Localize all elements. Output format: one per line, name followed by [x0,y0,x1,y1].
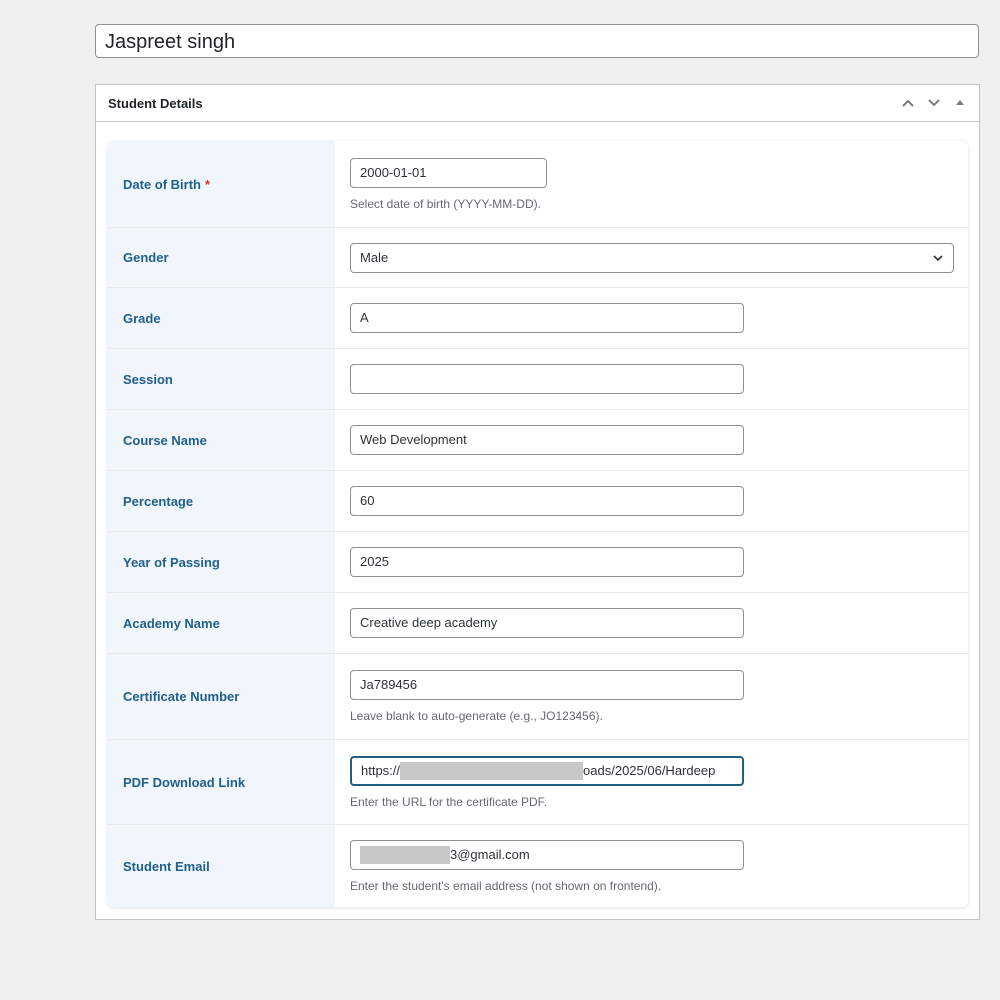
field-label: Date of Birth * [108,141,335,227]
grade-label: Grade [123,310,161,326]
toggle-panel-button[interactable] [949,92,971,114]
row-certificate-number: Certificate Number Ja789456 Leave blank … [108,654,968,740]
academy-label: Academy Name [123,615,220,631]
row-date-of-birth: Date of Birth * 2000-01-01 Select date of… [108,141,968,228]
row-session: Session [108,349,968,410]
course-label: Course Name [123,432,207,448]
email-suffix: 3@gmail.com [450,846,530,862]
student-details-metabox: Student Details Date of Birth * 2000-01-0… [95,84,980,920]
email-input[interactable]: 3@gmail.com [350,839,744,870]
metabox-header: Student Details [96,85,979,122]
row-gender: Gender Male [108,228,968,288]
pdf-description: Enter the URL for the certificate PDF. [350,794,547,809]
certificate-description: Leave blank to auto-generate (e.g., JO12… [350,709,603,723]
gender-label: Gender [123,250,169,265]
certificate-input[interactable]: Ja789456 [350,670,744,700]
pdf-url-input[interactable]: https:// oads/2025/06/Hardeep [350,755,744,786]
redacted-block [360,846,450,865]
row-pdf-download-link: PDF Download Link https:// oads/2025/06/H… [108,740,968,825]
pdf-url-prefix: https:// [361,762,401,778]
row-student-email: Student Email 3@gmail.com Enter the stud… [108,825,968,907]
post-title-input[interactable]: Jaspreet singh [95,24,979,58]
percentage-input[interactable]: 60 [350,486,744,516]
chevron-up-icon [902,99,914,107]
year-input[interactable]: 2025 [350,547,744,577]
row-course-name: Course Name Web Development [108,410,968,471]
gender-select[interactable]: Male [350,242,954,273]
gender-selected-value: Male [360,249,389,265]
certificate-label: Certificate Number [123,689,240,704]
year-label: Year of Passing [123,554,220,570]
row-year-of-passing: Year of Passing 2025 [108,532,968,593]
row-academy-name: Academy Name Creative deep academy [108,593,968,654]
chevron-down-icon [928,99,940,107]
dob-input[interactable]: 2000-01-01 [350,157,547,188]
metabox-title: Student Details [108,95,203,111]
caret-up-icon [956,100,964,105]
email-label: Student Email [123,858,210,874]
dob-description: Select date of birth (YYYY-MM-DD). [350,196,541,211]
row-grade: Grade A [108,288,968,349]
student-details-form: Date of Birth * 2000-01-01 Select date of… [108,141,968,907]
grade-input[interactable]: A [350,303,744,333]
percentage-label: Percentage [123,493,194,509]
session-label: Session [123,371,173,387]
metabox-handle-actions [897,92,971,114]
pdf-label: PDF Download Link [123,774,246,790]
pdf-url-suffix: oads/2025/06/Hardeep [583,762,716,778]
chevron-down-icon [933,254,943,261]
email-description: Enter the student's email address (not s… [350,878,662,893]
session-input[interactable] [350,364,744,394]
row-percentage: Percentage 60 [108,471,968,532]
move-up-button[interactable] [897,92,919,114]
required-asterisk: * [205,176,211,192]
academy-input[interactable]: Creative deep academy [350,608,744,638]
dob-label: Date of Birth [123,176,201,192]
redacted-block [400,762,584,781]
move-down-button[interactable] [923,92,945,114]
course-input[interactable]: Web Development [350,425,744,455]
